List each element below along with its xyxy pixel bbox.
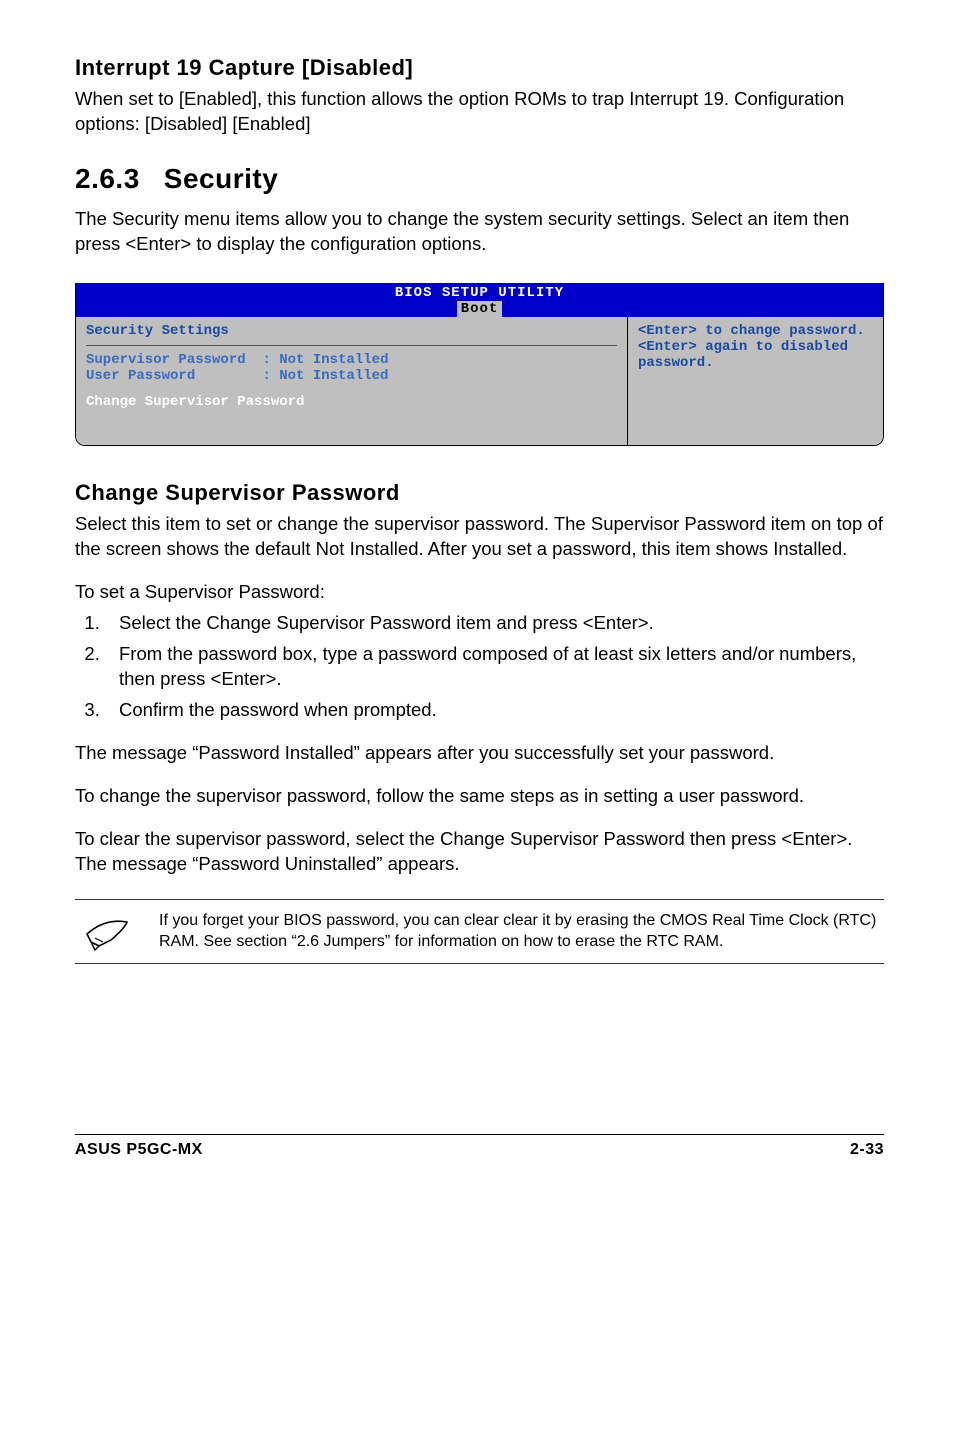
page-footer: ASUS P5GC-MX 2-33 [75, 1134, 884, 1159]
bios-help-line2: <Enter> again to disabled password. [638, 339, 873, 371]
bios-row-supervisor-label: Supervisor Password [86, 352, 246, 368]
steps-list: Select the Change Supervisor Password it… [75, 611, 884, 723]
step-2: From the password box, type a password c… [105, 642, 884, 692]
bios-row-user-value: : Not Installed [262, 368, 388, 384]
bios-header: BIOS SETUP UTILITY Boot [76, 283, 883, 317]
para-csp-5: To clear the supervisor password, select… [75, 827, 884, 877]
para-csp-2: To set a Supervisor Password: [75, 580, 884, 605]
bios-right-panel: <Enter> to change password. <Enter> agai… [628, 317, 883, 445]
para-security-intro: The Security menu items allow you to cha… [75, 207, 884, 257]
bios-row-user: User Password : Not Installed [86, 368, 617, 384]
bios-left-panel: Security Settings Supervisor Password : … [76, 317, 628, 445]
bios-row-user-label: User Password [86, 368, 195, 384]
note-text: If you forget your BIOS password, you ca… [159, 910, 878, 953]
step-1: Select the Change Supervisor Password it… [105, 611, 884, 636]
footer-right: 2-33 [850, 1141, 884, 1159]
para-csp-4: To change the supervisor password, follo… [75, 784, 884, 809]
para-csp-1: Select this item to set or change the su… [75, 512, 884, 562]
bios-tab-boot: Boot [457, 301, 503, 317]
para-interrupt19: When set to [Enabled], this function all… [75, 87, 884, 137]
note-block: If you forget your BIOS password, you ca… [75, 899, 884, 964]
bios-section-title: Security Settings [86, 323, 617, 346]
bios-row-supervisor-value: : Not Installed [262, 352, 388, 368]
bios-row-supervisor: Supervisor Password : Not Installed [86, 352, 617, 368]
heading-security-num: 2.6.3 [75, 163, 140, 195]
heading-change-supervisor: Change Supervisor Password [75, 480, 884, 506]
para-csp-3: The message “Password Installed” appears… [75, 741, 884, 766]
bios-screenshot: BIOS SETUP UTILITY Boot Security Setting… [75, 283, 884, 446]
footer-left: ASUS P5GC-MX [75, 1141, 203, 1159]
bios-help-line1: <Enter> to change password. [638, 323, 873, 339]
heading-security: 2.6.3 Security [75, 163, 884, 195]
step-3: Confirm the password when prompted. [105, 698, 884, 723]
bios-title: BIOS SETUP UTILITY [76, 285, 883, 301]
heading-interrupt19: Interrupt 19 Capture [Disabled] [75, 55, 884, 81]
bios-change-supervisor: Change Supervisor Password [86, 394, 617, 410]
pencil-note-icon [81, 912, 137, 952]
heading-security-title: Security [164, 163, 279, 194]
